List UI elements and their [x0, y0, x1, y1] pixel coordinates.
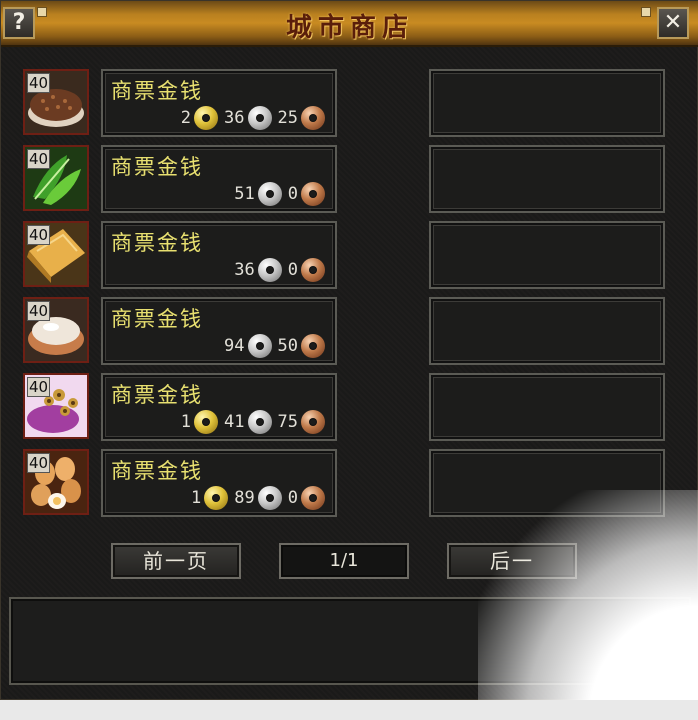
window-title: 城市商店: [285, 13, 414, 43]
gold-coin-icon: [194, 410, 219, 434]
gold-amount: 2: [180, 108, 192, 128]
item-slot[interactable]: 40: [23, 221, 89, 287]
page-indicator: 1/1: [279, 543, 409, 579]
silver-coin-icon: [257, 258, 282, 282]
silver-coin-icon: [247, 106, 272, 130]
item-price-panel[interactable]: 商票金钱 94 50: [101, 297, 337, 365]
next-page-button[interactable]: 后一: [447, 543, 577, 579]
currency-type-label: 商票金钱: [111, 79, 203, 103]
price-display: 51 0: [228, 181, 325, 207]
copper-coin-icon: [301, 106, 325, 130]
currency-type-label: 商票金钱: [111, 231, 203, 255]
item-slot[interactable]: 40: [23, 69, 89, 135]
empty-item-panel[interactable]: [429, 145, 665, 213]
empty-item-panel[interactable]: [429, 297, 665, 365]
currency-type-label: 商票金钱: [111, 383, 203, 407]
item-slot[interactable]: 40: [23, 373, 89, 439]
silver-coin-icon: [247, 410, 272, 434]
copper-coin-icon: [301, 486, 325, 510]
stack-count: 40: [27, 453, 51, 473]
close-button[interactable]: ✕: [657, 7, 689, 39]
bottom-strip: [0, 700, 698, 720]
item-slot[interactable]: 40: [23, 145, 89, 211]
silver-coin-icon: [257, 486, 282, 510]
pin-icon: [641, 7, 651, 17]
stack-count: 40: [27, 225, 51, 245]
title-bar[interactable]: ? 城市商店 ✕: [1, 1, 698, 47]
currency-type-label: 商票金钱: [111, 307, 203, 331]
silver-amount: 36: [224, 108, 245, 128]
silver-amount: 36: [234, 260, 255, 280]
silver-amount: 51: [234, 184, 255, 204]
gold-coin-icon: [204, 486, 229, 510]
item-slot[interactable]: 40: [23, 449, 89, 515]
message-area: [9, 597, 691, 685]
item-price-panel[interactable]: 商票金钱 1 41 75: [101, 373, 337, 441]
copper-coin-icon: [301, 334, 325, 358]
empty-item-panel[interactable]: [429, 69, 665, 137]
item-slot[interactable]: 40: [23, 297, 89, 363]
copper-amount: 50: [277, 336, 298, 356]
empty-item-panel[interactable]: [429, 449, 665, 517]
price-display: 2 36 25: [175, 105, 325, 131]
copper-coin-icon: [301, 258, 325, 282]
copper-coin-icon: [301, 410, 325, 434]
city-shop-window: ? 城市商店 ✕ 40 商票金钱 2 36 25 40 商票金钱 51 0 40…: [0, 0, 698, 700]
gold-amount: 1: [191, 488, 202, 508]
silver-coin-icon: [257, 182, 282, 206]
copper-amount: 25: [277, 108, 298, 128]
empty-item-panel[interactable]: [429, 221, 665, 289]
copper-coin-icon: [301, 182, 325, 206]
price-display: 1 41 75: [175, 409, 325, 435]
stack-count: 40: [27, 149, 51, 169]
stack-count: 40: [27, 377, 51, 397]
prev-page-button[interactable]: 前一页: [111, 543, 241, 579]
currency-type-label: 商票金钱: [111, 459, 203, 483]
silver-amount: 94: [224, 336, 245, 356]
copper-amount: 75: [277, 412, 298, 432]
price-display: 1 89 0: [185, 485, 325, 511]
silver-amount: 41: [224, 412, 245, 432]
copper-amount: 0: [287, 488, 298, 508]
silver-coin-icon: [247, 334, 272, 358]
item-price-panel[interactable]: 商票金钱 2 36 25: [101, 69, 337, 137]
silver-amount: 89: [234, 488, 255, 508]
copper-amount: 0: [287, 260, 298, 280]
gold-amount: 1: [180, 412, 192, 432]
empty-item-panel[interactable]: [429, 373, 665, 441]
item-price-panel[interactable]: 商票金钱 1 89 0: [101, 449, 337, 517]
gold-coin-icon: [194, 106, 219, 130]
item-price-panel[interactable]: 商票金钱 36 0: [101, 221, 337, 289]
copper-amount: 0: [287, 184, 298, 204]
item-price-panel[interactable]: 商票金钱 51 0: [101, 145, 337, 213]
stack-count: 40: [27, 73, 51, 93]
price-display: 36 0: [228, 257, 325, 283]
price-display: 94 50: [218, 333, 325, 359]
stack-count: 40: [27, 301, 51, 321]
currency-type-label: 商票金钱: [111, 155, 203, 179]
